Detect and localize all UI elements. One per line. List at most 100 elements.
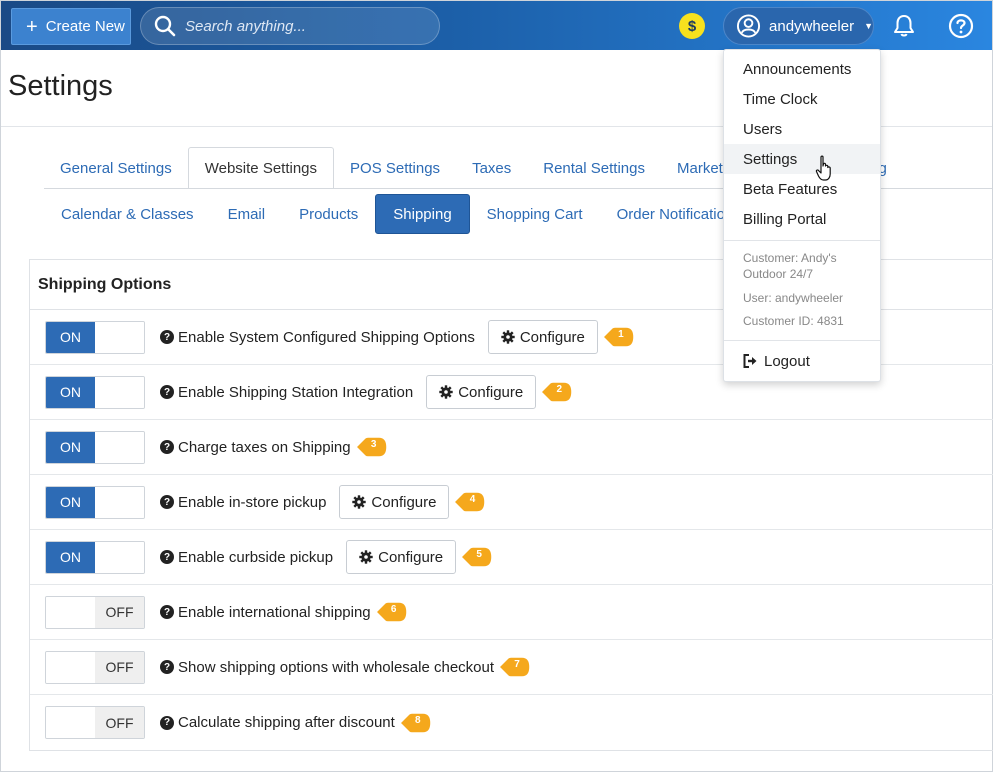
toggle-off-side bbox=[95, 486, 144, 518]
caret-down-icon: ▼ bbox=[864, 21, 873, 31]
coin-symbol: $ bbox=[687, 17, 697, 35]
toggle-state-label: ON bbox=[46, 541, 95, 573]
menu-user-info: User: andywheeler bbox=[743, 291, 844, 305]
help-icon[interactable] bbox=[948, 13, 974, 39]
configure-button[interactable]: Configure bbox=[487, 320, 598, 354]
tab-taxes[interactable]: Taxes bbox=[456, 147, 527, 189]
toggle-state-label: ON bbox=[46, 486, 95, 518]
toggle-off-side bbox=[95, 321, 144, 353]
callout-number-badge: 3 bbox=[354, 435, 389, 459]
subtab-email[interactable]: Email bbox=[211, 194, 283, 234]
setting-label: ? Enable System Configured Shipping Optio… bbox=[160, 329, 475, 346]
logout-icon bbox=[743, 354, 757, 368]
gear-icon bbox=[501, 330, 515, 344]
setting-row: ON? Charge taxes on Shipping 3 bbox=[30, 420, 993, 475]
question-circle-icon[interactable]: ? bbox=[160, 605, 174, 619]
menu-item-logout[interactable]: Logout bbox=[724, 346, 880, 376]
credits-coin-icon[interactable]: $ bbox=[679, 13, 705, 39]
subtab-products[interactable]: Products bbox=[282, 194, 375, 234]
plus-icon: + bbox=[26, 15, 38, 38]
configure-button[interactable]: Configure bbox=[339, 485, 450, 519]
callout-number: 2 bbox=[556, 384, 563, 395]
question-circle-icon[interactable]: ? bbox=[160, 495, 174, 509]
configure-label: Configure bbox=[371, 493, 437, 511]
menu-divider bbox=[724, 340, 880, 341]
tab-website-settings[interactable]: Website Settings bbox=[187, 147, 335, 189]
question-circle-icon[interactable]: ? bbox=[160, 550, 174, 564]
on-off-toggle[interactable]: ON bbox=[45, 320, 145, 354]
toggle-off-side bbox=[95, 541, 144, 573]
setting-text: Enable Shipping Station Integration bbox=[178, 383, 414, 401]
callout-number: 5 bbox=[476, 549, 482, 560]
on-off-toggle[interactable]: ON bbox=[45, 540, 145, 574]
menu-item-billing-portal[interactable]: Billing Portal bbox=[724, 204, 880, 234]
setting-text: Enable in-store pickup bbox=[178, 493, 327, 511]
callout-number: 4 bbox=[469, 494, 476, 505]
callout-number: 3 bbox=[370, 439, 377, 450]
setting-text: Enable System Configured Shipping Option… bbox=[178, 328, 475, 346]
setting-label: ? Enable Shipping Station Integration bbox=[160, 384, 413, 401]
logout-label: Logout bbox=[764, 352, 810, 370]
gear-icon bbox=[439, 385, 453, 399]
menu-item-settings[interactable]: Settings bbox=[724, 144, 880, 174]
tab-pos-settings[interactable]: POS Settings bbox=[334, 147, 456, 189]
configure-button[interactable]: Configure bbox=[426, 375, 537, 409]
menu-item-time-clock[interactable]: Time Clock bbox=[724, 84, 880, 114]
subtab-shipping[interactable]: Shipping bbox=[375, 194, 470, 234]
setting-label: ? Calculate shipping after discount bbox=[160, 714, 395, 731]
setting-label: ? Enable in-store pickup bbox=[160, 494, 326, 511]
tab-rental-settings[interactable]: Rental Settings bbox=[527, 147, 661, 189]
toggle-state-label: ON bbox=[46, 321, 95, 353]
callout-number-badge: 7 bbox=[498, 655, 532, 679]
setting-label: ? Enable international shipping bbox=[160, 604, 371, 621]
subtab-calendar-and-classes[interactable]: Calendar & Classes bbox=[44, 194, 211, 234]
setting-label: ? Charge taxes on Shipping bbox=[160, 439, 351, 456]
callout-number-badge: 8 bbox=[398, 711, 433, 735]
user-avatar-icon bbox=[736, 14, 761, 38]
gear-icon bbox=[352, 495, 367, 509]
on-off-toggle[interactable]: ON bbox=[45, 485, 145, 519]
search-bar[interactable]: Search anything... bbox=[140, 7, 440, 45]
question-circle-icon[interactable]: ? bbox=[160, 660, 174, 674]
setting-text: Show shipping options with wholesale che… bbox=[178, 658, 495, 676]
callout-number: 1 bbox=[618, 329, 624, 340]
toggle-off-side bbox=[95, 376, 144, 408]
configure-button[interactable]: Configure bbox=[346, 540, 457, 574]
toggle-state-label: OFF bbox=[95, 651, 144, 683]
on-off-toggle[interactable]: ON bbox=[45, 430, 145, 464]
bell-icon[interactable] bbox=[891, 13, 917, 39]
user-menu-toggle[interactable]: andywheeler ▼ bbox=[723, 7, 874, 45]
question-circle-icon[interactable]: ? bbox=[160, 715, 174, 730]
question-circle-icon[interactable]: ? bbox=[160, 330, 174, 344]
on-off-toggle[interactable]: OFF bbox=[45, 650, 145, 684]
configure-label: Configure bbox=[458, 383, 524, 401]
search-placeholder: Search anything... bbox=[185, 17, 306, 35]
page-title: Settings bbox=[8, 70, 113, 102]
on-off-toggle[interactable]: ON bbox=[45, 375, 145, 409]
callout-number-badge: 1 bbox=[601, 325, 636, 349]
tab-general-settings[interactable]: General Settings bbox=[44, 147, 188, 189]
on-off-toggle[interactable]: OFF bbox=[45, 595, 145, 629]
username-label: andywheeler bbox=[769, 17, 855, 35]
create-new-button[interactable]: + Create New bbox=[11, 8, 131, 45]
menu-item-announcements[interactable]: Announcements bbox=[724, 54, 880, 84]
website-subtabs: Calendar & Classes Email Products Shipping S… bbox=[44, 194, 758, 234]
subtab-shopping-cart[interactable]: Shopping Cart bbox=[470, 194, 600, 234]
question-circle-icon[interactable]: ? bbox=[160, 440, 174, 454]
toggle-on-side bbox=[46, 596, 95, 628]
setting-text: Enable international shipping bbox=[178, 603, 371, 621]
menu-item-users[interactable]: Users bbox=[724, 114, 880, 144]
question-circle-icon[interactable]: ? bbox=[160, 385, 174, 399]
setting-text: Calculate shipping after discount bbox=[178, 714, 395, 731]
menu-item-beta-features[interactable]: Beta Features bbox=[724, 174, 880, 204]
configure-label: Configure bbox=[378, 548, 444, 566]
on-off-toggle[interactable]: OFF bbox=[45, 706, 145, 739]
callout-number: 7 bbox=[514, 659, 520, 670]
setting-label: ? Enable curbside pickup bbox=[160, 549, 333, 566]
setting-row: OFF? Calculate shipping after discount 8 bbox=[30, 695, 993, 750]
callout-number-badge: 6 bbox=[374, 600, 409, 624]
user-dropdown-menu: Announcements Time Clock Users Settings … bbox=[723, 49, 881, 382]
setting-text: Charge taxes on Shipping bbox=[178, 438, 351, 456]
setting-label: ? Show shipping options with wholesale ch… bbox=[160, 659, 494, 676]
setting-row: OFF? Show shipping options with wholesale… bbox=[30, 640, 993, 695]
